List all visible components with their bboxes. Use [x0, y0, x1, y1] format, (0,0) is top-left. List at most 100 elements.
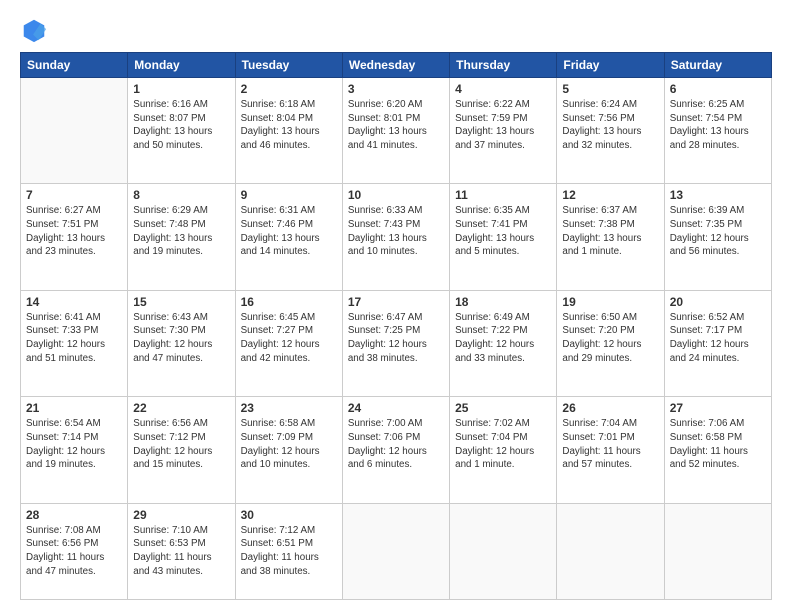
- calendar-cell: 2Sunrise: 6:18 AM Sunset: 8:04 PM Daylig…: [235, 78, 342, 184]
- day-number: 28: [26, 508, 122, 522]
- day-number: 14: [26, 295, 122, 309]
- day-info: Sunrise: 6:45 AM Sunset: 7:27 PM Dayligh…: [241, 311, 337, 366]
- day-info: Sunrise: 6:18 AM Sunset: 8:04 PM Dayligh…: [241, 98, 337, 153]
- day-number: 8: [133, 188, 229, 202]
- calendar-cell: [21, 78, 128, 184]
- calendar-cell: [664, 503, 771, 600]
- calendar-cell: 23 Sunrise: 6:58 AM Sunset: 7:09 PM Dayli…: [235, 397, 342, 503]
- day-info: Sunrise: 7:02 AM Sunset: 7:04 PM Dayligh…: [455, 417, 551, 472]
- weekday-header-thursday: Thursday: [450, 53, 557, 78]
- calendar-cell: 16 Sunrise: 6:45 AM Sunset: 7:27 PM Dayli…: [235, 290, 342, 396]
- day-number: 1: [133, 82, 229, 96]
- logo: [20, 16, 52, 44]
- calendar-cell: 1 Sunrise: 6:16 AM Sunset: 8:07 PM Daylig…: [128, 78, 235, 184]
- calendar-cell: 22Sunrise: 6:56 AM Sunset: 7:12 PM Dayli…: [128, 397, 235, 503]
- calendar-week-1: 1 Sunrise: 6:16 AM Sunset: 8:07 PM Daylig…: [21, 78, 772, 184]
- calendar-week-4: 21 Sunrise: 6:54 AM Sunset: 7:14 PM Dayli…: [21, 397, 772, 503]
- calendar-cell: 14 Sunrise: 6:41 AM Sunset: 7:33 PM Dayli…: [21, 290, 128, 396]
- calendar-week-3: 14 Sunrise: 6:41 AM Sunset: 7:33 PM Dayli…: [21, 290, 772, 396]
- day-info: Sunrise: 6:35 AM Sunset: 7:41 PM Dayligh…: [455, 204, 551, 259]
- logo-icon: [20, 16, 48, 44]
- day-number: 6: [670, 82, 766, 96]
- day-info: Sunrise: 6:56 AM Sunset: 7:12 PM Dayligh…: [133, 417, 229, 472]
- day-info: Sunrise: 7:12 AM Sunset: 6:51 PM Dayligh…: [241, 524, 337, 579]
- weekday-row: SundayMondayTuesdayWednesdayThursdayFrid…: [21, 53, 772, 78]
- day-info: Sunrise: 6:47 AM Sunset: 7:25 PM Dayligh…: [348, 311, 444, 366]
- calendar-cell: 4Sunrise: 6:22 AM Sunset: 7:59 PM Daylig…: [450, 78, 557, 184]
- calendar-cell: 6 Sunrise: 6:25 AM Sunset: 7:54 PM Daylig…: [664, 78, 771, 184]
- calendar-cell: [450, 503, 557, 600]
- calendar-cell: 21 Sunrise: 6:54 AM Sunset: 7:14 PM Dayli…: [21, 397, 128, 503]
- day-number: 20: [670, 295, 766, 309]
- day-number: 29: [133, 508, 229, 522]
- calendar-cell: 10 Sunrise: 6:33 AM Sunset: 7:43 PM Dayli…: [342, 184, 449, 290]
- calendar-cell: 5 Sunrise: 6:24 AM Sunset: 7:56 PM Daylig…: [557, 78, 664, 184]
- day-info: Sunrise: 6:31 AM Sunset: 7:46 PM Dayligh…: [241, 204, 337, 259]
- day-number: 26: [562, 401, 658, 415]
- day-info: Sunrise: 6:27 AM Sunset: 7:51 PM Dayligh…: [26, 204, 122, 259]
- day-info: Sunrise: 7:10 AM Sunset: 6:53 PM Dayligh…: [133, 524, 229, 579]
- day-number: 21: [26, 401, 122, 415]
- day-info: Sunrise: 6:41 AM Sunset: 7:33 PM Dayligh…: [26, 311, 122, 366]
- calendar-cell: 24 Sunrise: 7:00 AM Sunset: 7:06 PM Dayli…: [342, 397, 449, 503]
- calendar-cell: 18 Sunrise: 6:49 AM Sunset: 7:22 PM Dayli…: [450, 290, 557, 396]
- day-info: Sunrise: 6:54 AM Sunset: 7:14 PM Dayligh…: [26, 417, 122, 472]
- calendar-header: SundayMondayTuesdayWednesdayThursdayFrid…: [21, 53, 772, 78]
- weekday-header-saturday: Saturday: [664, 53, 771, 78]
- day-info: Sunrise: 6:50 AM Sunset: 7:20 PM Dayligh…: [562, 311, 658, 366]
- day-number: 16: [241, 295, 337, 309]
- day-info: Sunrise: 6:43 AM Sunset: 7:30 PM Dayligh…: [133, 311, 229, 366]
- day-info: Sunrise: 6:16 AM Sunset: 8:07 PM Dayligh…: [133, 98, 229, 153]
- day-info: Sunrise: 7:04 AM Sunset: 7:01 PM Dayligh…: [562, 417, 658, 472]
- weekday-header-monday: Monday: [128, 53, 235, 78]
- calendar-week-2: 7 Sunrise: 6:27 AM Sunset: 7:51 PM Daylig…: [21, 184, 772, 290]
- day-info: Sunrise: 6:25 AM Sunset: 7:54 PM Dayligh…: [670, 98, 766, 153]
- day-number: 7: [26, 188, 122, 202]
- calendar-cell: 9 Sunrise: 6:31 AM Sunset: 7:46 PM Daylig…: [235, 184, 342, 290]
- calendar-cell: 28Sunrise: 7:08 AM Sunset: 6:56 PM Dayli…: [21, 503, 128, 600]
- day-number: 25: [455, 401, 551, 415]
- day-info: Sunrise: 6:20 AM Sunset: 8:01 PM Dayligh…: [348, 98, 444, 153]
- day-number: 3: [348, 82, 444, 96]
- calendar: SundayMondayTuesdayWednesdayThursdayFrid…: [20, 52, 772, 600]
- day-number: 18: [455, 295, 551, 309]
- day-info: Sunrise: 6:33 AM Sunset: 7:43 PM Dayligh…: [348, 204, 444, 259]
- weekday-header-friday: Friday: [557, 53, 664, 78]
- calendar-cell: 15 Sunrise: 6:43 AM Sunset: 7:30 PM Dayli…: [128, 290, 235, 396]
- calendar-cell: 30Sunrise: 7:12 AM Sunset: 6:51 PM Dayli…: [235, 503, 342, 600]
- day-number: 27: [670, 401, 766, 415]
- day-number: 24: [348, 401, 444, 415]
- calendar-cell: [342, 503, 449, 600]
- calendar-cell: 29 Sunrise: 7:10 AM Sunset: 6:53 PM Dayli…: [128, 503, 235, 600]
- day-number: 13: [670, 188, 766, 202]
- calendar-cell: 11 Sunrise: 6:35 AM Sunset: 7:41 PM Dayli…: [450, 184, 557, 290]
- page-header: [20, 16, 772, 44]
- calendar-cell: 26 Sunrise: 7:04 AM Sunset: 7:01 PM Dayli…: [557, 397, 664, 503]
- day-info: Sunrise: 6:24 AM Sunset: 7:56 PM Dayligh…: [562, 98, 658, 153]
- day-info: Sunrise: 6:37 AM Sunset: 7:38 PM Dayligh…: [562, 204, 658, 259]
- day-number: 17: [348, 295, 444, 309]
- day-info: Sunrise: 7:06 AM Sunset: 6:58 PM Dayligh…: [670, 417, 766, 472]
- calendar-cell: 27 Sunrise: 7:06 AM Sunset: 6:58 PM Dayli…: [664, 397, 771, 503]
- day-number: 15: [133, 295, 229, 309]
- weekday-header-tuesday: Tuesday: [235, 53, 342, 78]
- day-info: Sunrise: 6:22 AM Sunset: 7:59 PM Dayligh…: [455, 98, 551, 153]
- day-info: Sunrise: 6:58 AM Sunset: 7:09 PM Dayligh…: [241, 417, 337, 472]
- day-info: Sunrise: 6:49 AM Sunset: 7:22 PM Dayligh…: [455, 311, 551, 366]
- day-info: Sunrise: 6:29 AM Sunset: 7:48 PM Dayligh…: [133, 204, 229, 259]
- calendar-body: 1 Sunrise: 6:16 AM Sunset: 8:07 PM Daylig…: [21, 78, 772, 600]
- day-number: 5: [562, 82, 658, 96]
- day-number: 9: [241, 188, 337, 202]
- calendar-cell: 7 Sunrise: 6:27 AM Sunset: 7:51 PM Daylig…: [21, 184, 128, 290]
- day-info: Sunrise: 6:52 AM Sunset: 7:17 PM Dayligh…: [670, 311, 766, 366]
- weekday-header-wednesday: Wednesday: [342, 53, 449, 78]
- day-info: Sunrise: 7:00 AM Sunset: 7:06 PM Dayligh…: [348, 417, 444, 472]
- calendar-week-5: 28Sunrise: 7:08 AM Sunset: 6:56 PM Dayli…: [21, 503, 772, 600]
- calendar-cell: 3 Sunrise: 6:20 AM Sunset: 8:01 PM Daylig…: [342, 78, 449, 184]
- day-number: 19: [562, 295, 658, 309]
- calendar-cell: 17 Sunrise: 6:47 AM Sunset: 7:25 PM Dayli…: [342, 290, 449, 396]
- day-number: 23: [241, 401, 337, 415]
- day-info: Sunrise: 6:39 AM Sunset: 7:35 PM Dayligh…: [670, 204, 766, 259]
- day-number: 10: [348, 188, 444, 202]
- day-number: 11: [455, 188, 551, 202]
